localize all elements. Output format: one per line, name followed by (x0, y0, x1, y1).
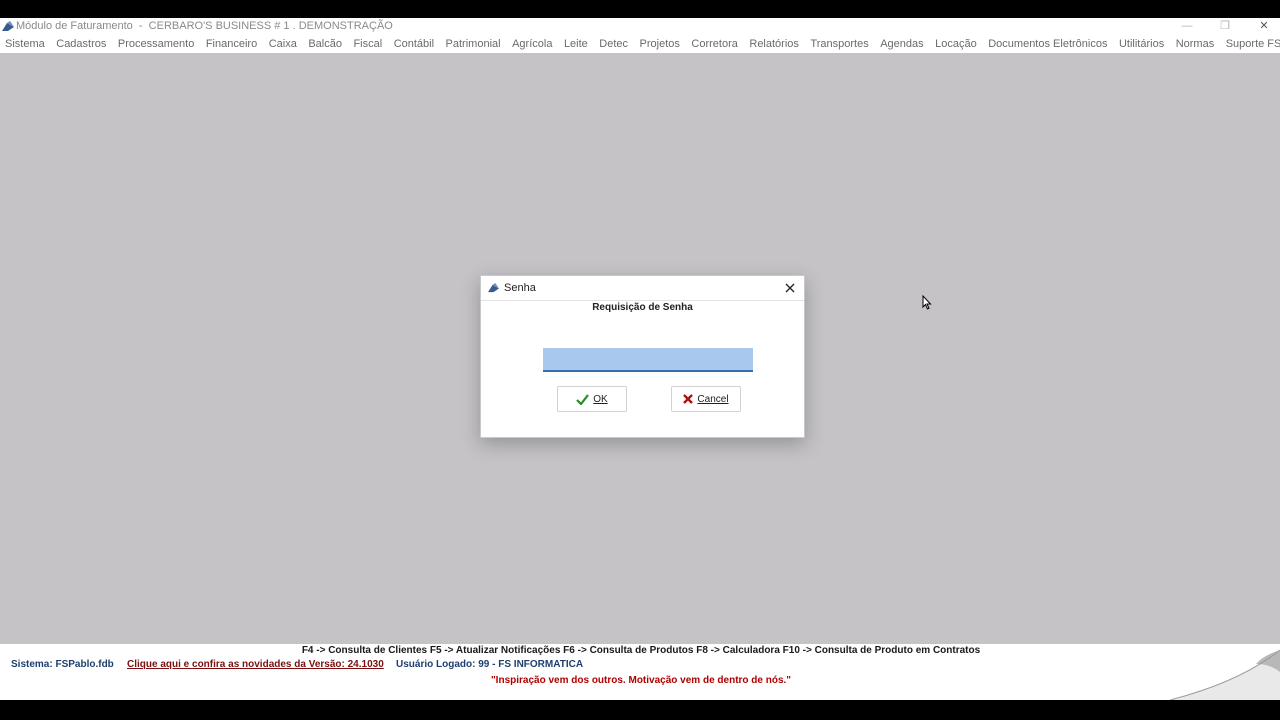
password-dialog: Senha Requisição de Senha OK Cancel (480, 275, 805, 438)
motivational-quote: "Inspiração vem dos outros. Motivação ve… (490, 675, 792, 686)
close-icon[interactable] (782, 280, 798, 296)
version-news-link[interactable]: Clique aqui e confira as novidades da Ve… (127, 659, 384, 670)
letterbox-bottom (0, 700, 1280, 720)
menu-detec[interactable]: Detec (599, 35, 628, 53)
password-input[interactable] (543, 348, 753, 372)
page-curl-watermark (1170, 649, 1280, 700)
menu-transportes[interactable]: Transportes (810, 35, 868, 53)
check-icon (576, 393, 590, 405)
menu-projetos[interactable]: Projetos (640, 35, 680, 53)
menu-processamento[interactable]: Processamento (118, 35, 194, 53)
ok-button-label: OK (593, 393, 608, 405)
menu-sistema[interactable]: Sistema (5, 35, 45, 53)
restore-button[interactable]: ❐ (1205, 18, 1245, 35)
menu-utilitarios[interactable]: Utilitários (1119, 35, 1164, 53)
menu-agricola[interactable]: Agrícola (512, 35, 552, 53)
menu-fiscal[interactable]: Fiscal (353, 35, 382, 53)
mouse-cursor-icon (922, 295, 932, 310)
shortcut-hints: F4 -> Consulta de Clientes F5 -> Atualiz… (301, 645, 981, 656)
main-window: Módulo de Faturamento - CERBARO'S BUSINE… (0, 18, 1280, 700)
ok-button[interactable]: OK (557, 386, 627, 412)
menu-bar: Sistema Cadastros Processamento Financei… (0, 35, 1280, 53)
menu-agendas[interactable]: Agendas (880, 35, 923, 53)
app-icon (488, 283, 499, 293)
status-user: Usuário Logado: 99 - FS INFORMATICA (396, 659, 584, 670)
menu-cadastros[interactable]: Cadastros (56, 35, 106, 53)
x-icon (683, 394, 694, 404)
app-icon (2, 21, 14, 31)
dialog-heading: Requisição de Senha (592, 302, 693, 313)
menu-leite[interactable]: Leite (564, 35, 588, 53)
menu-caixa[interactable]: Caixa (269, 35, 297, 53)
window-title: Módulo de Faturamento - CERBARO'S BUSINE… (16, 20, 393, 32)
menu-patrimonial[interactable]: Patrimonial (446, 35, 501, 53)
title-bar: Módulo de Faturamento - CERBARO'S BUSINE… (0, 18, 1280, 35)
minimize-button[interactable]: — (1167, 18, 1207, 35)
status-bar: F4 -> Consulta de Clientes F5 -> Atualiz… (0, 644, 1280, 700)
dialog-title: Senha (504, 282, 536, 294)
menu-normas[interactable]: Normas (1176, 35, 1215, 53)
dialog-title-bar: Senha (481, 276, 804, 301)
menu-contabil[interactable]: Contábil (394, 35, 434, 53)
menu-corretora[interactable]: Corretora (691, 35, 737, 53)
menu-financeiro[interactable]: Financeiro (206, 35, 257, 53)
status-system: Sistema: FSPablo.fdb (11, 659, 114, 670)
menu-balcao[interactable]: Balcão (308, 35, 342, 53)
menu-locacao[interactable]: Locação (935, 35, 977, 53)
menu-documentos-eletronicos[interactable]: Documentos Eletrônicos (988, 35, 1107, 53)
letterbox-top (0, 0, 1280, 18)
cancel-button-label: Cancel (697, 393, 729, 405)
cancel-button[interactable]: Cancel (671, 386, 741, 412)
menu-suporte-fs[interactable]: Suporte FS (1226, 35, 1280, 53)
close-window-button[interactable]: ✕ (1244, 18, 1280, 35)
menu-relatorios[interactable]: Relatórios (749, 35, 799, 53)
